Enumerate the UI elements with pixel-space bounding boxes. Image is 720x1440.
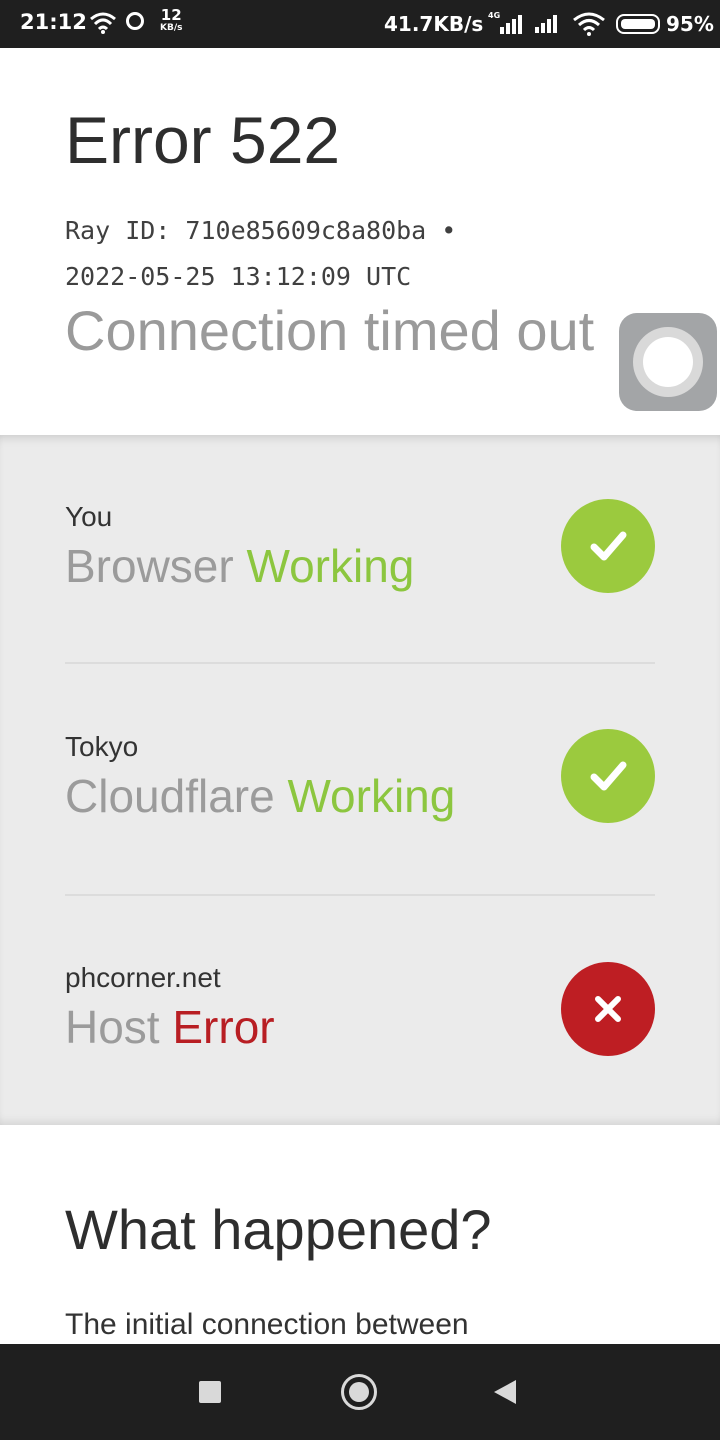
error-header: Error 522 Ray ID: 710e85609c8a80ba • 202…: [0, 48, 720, 435]
navigation-bar: [0, 1344, 720, 1440]
signal-icon: [535, 15, 557, 33]
connection-status-panel: You Browser Working Tokyo Cloudflare Wor…: [0, 435, 720, 1125]
ray-info: Ray ID: 710e85609c8a80ba • 2022-05-25 13…: [65, 208, 625, 300]
status-value: Working: [287, 770, 456, 822]
home-button[interactable]: [341, 1374, 377, 1410]
check-icon: [561, 729, 655, 823]
divider: [65, 662, 655, 664]
wifi-icon: [90, 12, 116, 34]
signal-4g-icon: 4G: [488, 11, 522, 34]
status-label: Host: [65, 1001, 160, 1053]
status-row-host: phcorner.net Host Error: [65, 962, 655, 1056]
status-label: Cloudflare: [65, 770, 275, 822]
assistive-touch-button[interactable]: [619, 313, 717, 411]
sync-circle-icon: [126, 12, 144, 30]
error-subtitle: Connection timed out: [65, 299, 595, 362]
error-timestamp: 2022-05-25 13:12:09 UTC: [65, 262, 412, 291]
error-title: Error 522: [65, 103, 341, 177]
assistive-touch-icon: [643, 337, 693, 387]
status-bar: 21:12 12 KB/s 41.7KB/s 4G 95%: [0, 0, 720, 48]
status-row-cloudflare: Tokyo Cloudflare Working: [65, 729, 655, 823]
status-row-browser: You Browser Working: [65, 499, 655, 593]
what-happened-heading: What happened?: [65, 1198, 492, 1261]
ray-id: Ray ID: 710e85609c8a80ba •: [65, 216, 457, 245]
recents-button[interactable]: [199, 1381, 221, 1403]
wifi-icon: [573, 12, 605, 36]
net-rate-indicator: 12 KB/s: [160, 8, 182, 33]
network-type-label: 4G: [488, 11, 500, 20]
status-label: Browser: [65, 540, 234, 592]
network-speed: 41.7KB/s: [384, 12, 484, 36]
check-icon: [561, 499, 655, 593]
battery-percent: 95%: [666, 12, 714, 36]
status-time: 21:12: [20, 10, 87, 34]
net-rate-value: 12: [160, 6, 182, 24]
status-value: Working: [246, 540, 415, 592]
net-rate-unit: KB/s: [160, 23, 183, 33]
back-button[interactable]: [494, 1380, 516, 1404]
status-value: Error: [172, 1001, 275, 1053]
what-happened-text: The initial connection between: [65, 1308, 469, 1341]
error-x-icon: [561, 962, 655, 1056]
battery-icon: [616, 14, 660, 34]
divider: [65, 894, 655, 896]
